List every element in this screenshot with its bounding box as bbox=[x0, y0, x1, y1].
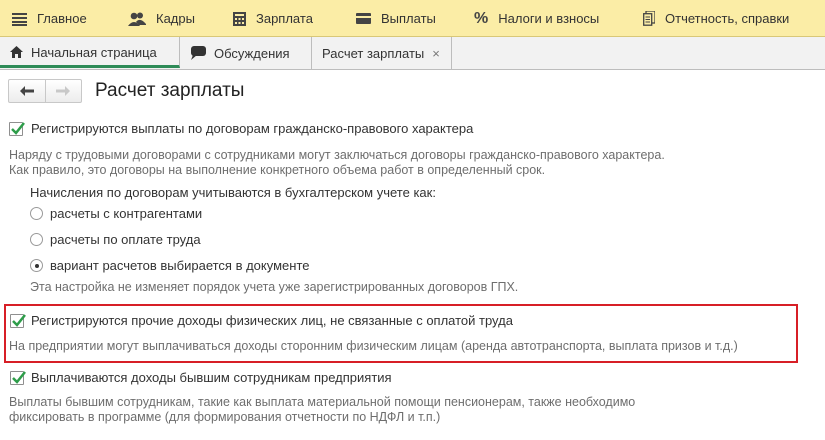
chat-icon bbox=[191, 46, 206, 60]
gph-checkbox[interactable] bbox=[9, 122, 25, 136]
radio-label[interactable]: расчеты с контрагентами bbox=[50, 206, 202, 221]
forward-button[interactable] bbox=[46, 80, 82, 102]
section-label: Выплаты bbox=[381, 11, 436, 26]
sections-panel: Главное Кадры Зарплата Выплаты % Налоги … bbox=[0, 0, 825, 37]
section-taxes[interactable]: % Налоги и взносы bbox=[474, 0, 599, 37]
radio-label[interactable]: расчеты по оплате труда bbox=[50, 232, 201, 247]
checkmark-icon bbox=[11, 122, 25, 135]
close-tab-icon[interactable]: × bbox=[432, 46, 440, 61]
accounting-label: Начисления по договорам учитываются в бу… bbox=[30, 185, 436, 200]
gph-description-2: Как правило, это договоры на выполнение … bbox=[9, 163, 546, 177]
other-income-description: На предприятии могут выплачиваться доход… bbox=[9, 339, 738, 353]
section-salary[interactable]: Зарплата bbox=[233, 0, 313, 37]
open-tabs-bar: Начальная страница Обсуждения Расчет зар… bbox=[0, 37, 825, 70]
page-title: Расчет зарплаты bbox=[95, 80, 245, 101]
checkmark-icon bbox=[12, 314, 26, 327]
tab-home[interactable]: Начальная страница bbox=[0, 37, 180, 68]
former-description-2: фиксировать в программе (для формировани… bbox=[9, 410, 441, 424]
former-employees-checkbox[interactable] bbox=[10, 371, 26, 385]
tab-label: Начальная страница bbox=[31, 44, 157, 60]
radio-label[interactable]: вариант расчетов выбирается в документе bbox=[50, 258, 309, 273]
gph-note: Эта настройка не изменяет порядок учета … bbox=[30, 280, 519, 294]
tab-discussions[interactable]: Обсуждения bbox=[180, 37, 312, 69]
section-label: Налоги и взносы bbox=[498, 11, 600, 26]
radio-contractors[interactable] bbox=[30, 207, 43, 220]
percent-icon: % bbox=[474, 9, 489, 27]
gph-checkbox-label[interactable]: Регистрируются выплаты по договорам граж… bbox=[31, 121, 473, 136]
radio-in-document[interactable] bbox=[30, 259, 43, 272]
section-payments[interactable]: Выплаты bbox=[356, 0, 436, 37]
former-description-1: Выплаты бывшим сотрудникам, такие как вы… bbox=[9, 395, 636, 409]
section-main[interactable]: Главное bbox=[12, 0, 87, 37]
radio-payroll[interactable] bbox=[30, 233, 43, 246]
section-label: Кадры bbox=[156, 11, 195, 26]
section-label: Зарплата bbox=[256, 11, 313, 26]
other-income-label[interactable]: Регистрируются прочие доходы физических … bbox=[31, 313, 513, 328]
section-hr[interactable]: Кадры bbox=[128, 0, 195, 37]
section-reports[interactable]: Отчетность, справки bbox=[643, 0, 789, 37]
reports-icon bbox=[643, 11, 655, 26]
home-icon bbox=[10, 46, 23, 58]
section-label: Главное bbox=[37, 11, 87, 26]
menu-icon bbox=[12, 12, 27, 26]
tab-salary-calc[interactable]: Расчет зарплаты × bbox=[312, 37, 452, 69]
gph-description-1: Наряду с трудовыми договорами с сотрудни… bbox=[9, 148, 665, 162]
tab-label: Обсуждения bbox=[214, 45, 290, 61]
calculator-icon bbox=[233, 11, 246, 26]
other-income-checkbox[interactable] bbox=[10, 314, 26, 328]
former-employees-label[interactable]: Выплачиваются доходы бывшим сотрудникам … bbox=[31, 370, 392, 385]
tab-label: Расчет зарплаты bbox=[322, 45, 425, 61]
people-icon bbox=[128, 12, 146, 26]
back-button[interactable] bbox=[9, 80, 46, 102]
section-label: Отчетность, справки bbox=[665, 11, 790, 26]
arrow-left-icon bbox=[19, 86, 34, 96]
checkmark-icon bbox=[12, 371, 26, 384]
card-icon bbox=[356, 13, 371, 24]
history-nav bbox=[8, 79, 82, 103]
arrow-right-icon bbox=[56, 86, 71, 96]
